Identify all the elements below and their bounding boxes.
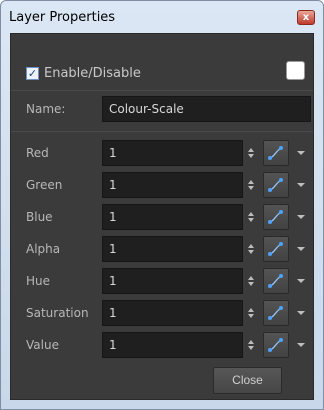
- spinner-icon[interactable]: [244, 204, 260, 230]
- function-curve-button[interactable]: [263, 172, 289, 198]
- enable-label: Enable/Disable: [44, 65, 141, 81]
- spinner-up-icon[interactable]: [248, 148, 254, 152]
- param-value-input[interactable]: 1: [102, 140, 243, 166]
- param-label: Blue: [26, 210, 53, 224]
- spinner-up-icon[interactable]: [248, 340, 254, 344]
- param-label: Red: [26, 146, 49, 160]
- param-row-blue: Blue 1: [11, 204, 313, 230]
- spinner-down-icon[interactable]: [248, 282, 254, 286]
- param-label: Value: [26, 338, 59, 352]
- spinner-icon[interactable]: [244, 332, 260, 358]
- param-value-input[interactable]: 1: [102, 268, 243, 294]
- spinner-down-icon[interactable]: [248, 186, 254, 190]
- chevron-down-icon[interactable]: [297, 311, 305, 315]
- window-close-button[interactable]: x: [297, 10, 315, 25]
- spinner-icon[interactable]: [244, 268, 260, 294]
- spinner-icon[interactable]: [244, 300, 260, 326]
- spinner-down-icon[interactable]: [248, 346, 254, 350]
- spinner-down-icon[interactable]: [248, 314, 254, 318]
- name-input[interactable]: Colour-Scale: [102, 96, 311, 122]
- param-row-hue: Hue 1: [11, 268, 313, 294]
- param-value-input[interactable]: 1: [102, 236, 243, 262]
- chevron-down-icon[interactable]: [297, 247, 305, 251]
- layer-properties-window: Layer Properties x ✓ Enable/Disable Name…: [0, 0, 324, 410]
- param-label: Saturation: [26, 306, 89, 320]
- function-curve-icon: [268, 178, 283, 192]
- function-curve-button[interactable]: [263, 268, 289, 294]
- param-row-green: Green 1: [11, 172, 313, 198]
- chevron-down-icon[interactable]: [297, 215, 305, 219]
- divider: [11, 90, 313, 91]
- param-row-saturation: Saturation 1: [11, 300, 313, 326]
- spinner-down-icon[interactable]: [248, 250, 254, 254]
- function-curve-button[interactable]: [263, 300, 289, 326]
- chevron-down-icon[interactable]: [297, 151, 305, 155]
- function-curve-icon: [268, 274, 283, 288]
- function-curve-icon: [268, 338, 283, 352]
- param-label: Alpha: [26, 242, 61, 256]
- check-icon: ✓: [27, 66, 38, 80]
- chevron-down-icon[interactable]: [297, 343, 305, 347]
- function-curve-icon: [268, 306, 283, 320]
- spinner-up-icon[interactable]: [248, 308, 254, 312]
- spinner-up-icon[interactable]: [248, 276, 254, 280]
- function-curve-button[interactable]: [263, 236, 289, 262]
- function-curve-button[interactable]: [263, 204, 289, 230]
- function-curve-button[interactable]: [263, 140, 289, 166]
- param-label: Hue: [26, 274, 51, 288]
- function-curve-icon: [268, 242, 283, 256]
- param-row-alpha: Alpha 1: [11, 236, 313, 262]
- param-value-input[interactable]: 1: [102, 332, 243, 358]
- param-value-input[interactable]: 1: [102, 204, 243, 230]
- param-row-red: Red 1: [11, 140, 313, 166]
- spinner-up-icon[interactable]: [248, 212, 254, 216]
- name-label: Name:: [26, 102, 66, 116]
- close-icon: x: [302, 11, 310, 23]
- spinner-up-icon[interactable]: [248, 180, 254, 184]
- spinner-down-icon[interactable]: [248, 154, 254, 158]
- function-curve-button[interactable]: [263, 332, 289, 358]
- enable-row: ✓ Enable/Disable: [26, 64, 141, 82]
- properties-panel: ✓ Enable/Disable Name: Colour-Scale Red 1…: [10, 33, 314, 400]
- param-label: Green: [26, 178, 63, 192]
- spinner-icon[interactable]: [244, 236, 260, 262]
- close-button[interactable]: Close: [213, 367, 282, 394]
- enable-checkbox[interactable]: ✓: [26, 66, 39, 80]
- spinner-icon[interactable]: [244, 140, 260, 166]
- title-bar[interactable]: Layer Properties x: [1, 1, 323, 32]
- function-curve-icon: [268, 210, 283, 224]
- param-row-value: Value 1: [11, 332, 313, 358]
- color-swatch-button[interactable]: [286, 61, 305, 80]
- divider: [11, 131, 313, 132]
- spinner-icon[interactable]: [244, 172, 260, 198]
- spinner-up-icon[interactable]: [248, 244, 254, 248]
- window-title: Layer Properties: [9, 10, 116, 25]
- function-curve-icon: [268, 146, 283, 160]
- chevron-down-icon[interactable]: [297, 183, 305, 187]
- param-value-input[interactable]: 1: [102, 172, 243, 198]
- param-value-input[interactable]: 1: [102, 300, 243, 326]
- spinner-down-icon[interactable]: [248, 218, 254, 222]
- chevron-down-icon[interactable]: [297, 279, 305, 283]
